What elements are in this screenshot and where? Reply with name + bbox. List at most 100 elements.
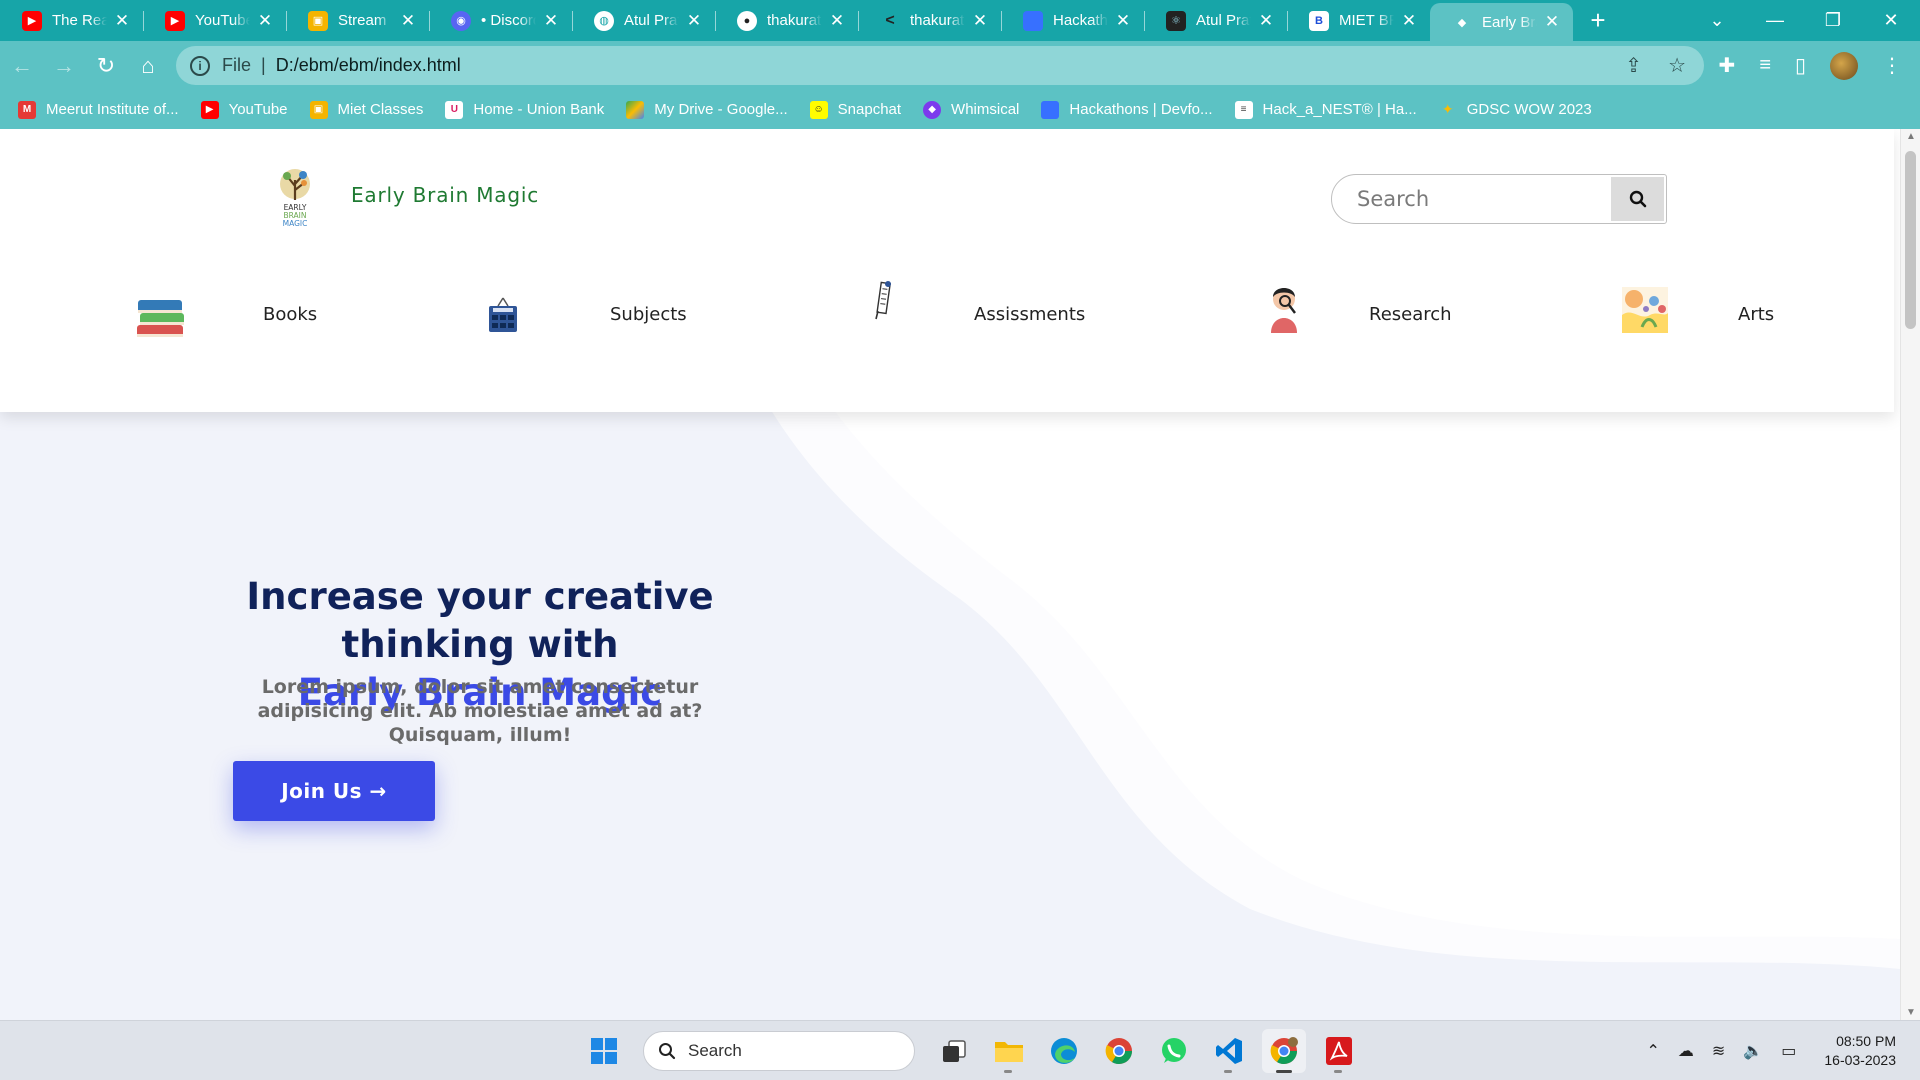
nav-research[interactable]: Research bbox=[1265, 279, 1455, 349]
vscode-button[interactable] bbox=[1207, 1029, 1251, 1073]
bookmark-snapchat[interactable]: ☺ Snapchat bbox=[809, 100, 901, 119]
search-button[interactable] bbox=[1611, 177, 1664, 221]
address-bar[interactable]: i File | D:/ebm/ebm/index.html ⇪ ☆ bbox=[176, 46, 1704, 85]
acrobat-button[interactable] bbox=[1317, 1029, 1361, 1073]
nav-books[interactable]: Books bbox=[133, 279, 333, 349]
nav-label: Research bbox=[1369, 303, 1452, 325]
side-panel-icon[interactable]: ▯ bbox=[1795, 53, 1806, 78]
tab-label: Early Brai bbox=[1482, 13, 1537, 31]
tab-stream[interactable]: ▣ Stream ✕ bbox=[286, 0, 429, 41]
scroll-up-icon[interactable]: ▲ bbox=[1901, 131, 1920, 142]
clock[interactable]: 08:50 PM 16-03-2023 bbox=[1824, 1032, 1896, 1070]
edge-button[interactable] bbox=[1042, 1029, 1086, 1073]
menu-kebab-icon[interactable]: ⋮ bbox=[1882, 53, 1902, 78]
site-info-icon[interactable]: i bbox=[190, 55, 210, 76]
window-close-icon[interactable]: ✕ bbox=[1862, 10, 1920, 31]
chrome-icon bbox=[1105, 1038, 1133, 1065]
bookmark-label: GDSC WOW 2023 bbox=[1466, 101, 1592, 118]
page-scrollbar[interactable]: ▲ ▼ bbox=[1900, 129, 1920, 1020]
chrome-button[interactable] bbox=[1097, 1029, 1141, 1073]
address-url[interactable]: D:/ebm/ebm/index.html bbox=[276, 55, 461, 76]
whatsapp-button[interactable] bbox=[1152, 1029, 1196, 1073]
join-us-button[interactable]: Join Us → bbox=[233, 761, 435, 821]
svg-text:MAGIC: MAGIC bbox=[283, 219, 308, 228]
bookmark-union-bank[interactable]: U Home - Union Bank bbox=[445, 100, 604, 119]
bookmark-whimsical[interactable]: ◆ Whimsical bbox=[923, 100, 1019, 119]
share-icon[interactable]: ⇪ bbox=[1625, 53, 1642, 78]
youtube-icon: ▶ bbox=[22, 10, 42, 31]
reading-list-icon[interactable]: ≡ bbox=[1759, 54, 1771, 77]
search-icon bbox=[659, 1043, 676, 1060]
gdsc-icon: ✦ bbox=[1441, 101, 1454, 117]
brand-name[interactable]: Early Brain Magic bbox=[351, 183, 539, 207]
close-icon[interactable]: ✕ bbox=[828, 11, 846, 31]
forward-arrow-icon[interactable]: → bbox=[44, 46, 84, 86]
tab-label: MIET BR bbox=[1339, 12, 1394, 29]
tab-youtube-the-real[interactable]: ▶ The Real ✕ bbox=[0, 0, 143, 41]
clock-date: 16-03-2023 bbox=[1824, 1052, 1896, 1068]
research-icon bbox=[1271, 288, 1297, 333]
close-icon[interactable]: ✕ bbox=[1257, 11, 1275, 31]
nav-arts[interactable]: Arts bbox=[1622, 279, 1802, 349]
task-view-button[interactable] bbox=[932, 1029, 976, 1073]
close-icon[interactable]: ✕ bbox=[399, 11, 417, 31]
tab-atul-pratap-1[interactable]: ◍ Atul Prata ✕ bbox=[572, 0, 715, 41]
reload-icon[interactable]: ↻ bbox=[86, 46, 126, 86]
chrome-profile-button[interactable] bbox=[1262, 1029, 1306, 1073]
bookmark-hack-a-nest[interactable]: ≡ Hack_a_NEST® | Ha... bbox=[1234, 100, 1417, 119]
new-tab-button[interactable]: + bbox=[1573, 0, 1623, 41]
nav-label: Subjects bbox=[610, 303, 687, 325]
tab-early-brain-magic[interactable]: ◆ Early Brai ✕ bbox=[1430, 3, 1573, 41]
nav-subjects[interactable]: Subjects bbox=[487, 279, 707, 349]
tab-discord[interactable]: ◉ • Discord ✕ bbox=[429, 0, 572, 41]
running-indicator bbox=[1224, 1070, 1232, 1073]
back-arrow-icon[interactable]: ← bbox=[2, 46, 42, 86]
logo[interactable]: EARLY BRAIN MAGIC bbox=[273, 166, 317, 230]
close-icon[interactable]: ✕ bbox=[113, 11, 131, 31]
bookmark-label: Hack_a_NEST® | Ha... bbox=[1262, 101, 1417, 118]
close-icon[interactable]: ✕ bbox=[685, 11, 703, 31]
tab-leetcode[interactable]: < thakuratu ✕ bbox=[858, 0, 1001, 41]
scroll-down-icon[interactable]: ▼ bbox=[1901, 1007, 1920, 1018]
volume-icon[interactable]: 🔈 bbox=[1743, 1041, 1763, 1061]
tab-search-icon[interactable]: ⌄ bbox=[1688, 10, 1746, 31]
bookmark-google-drive[interactable]: My Drive - Google... bbox=[626, 100, 788, 119]
close-icon[interactable]: ✕ bbox=[1543, 12, 1561, 32]
whimsical-icon: ◆ bbox=[923, 100, 942, 119]
extensions-puzzle-icon[interactable]: ✚ bbox=[1719, 53, 1736, 78]
close-icon[interactable]: ✕ bbox=[1114, 11, 1132, 31]
nav-label: Books bbox=[263, 303, 318, 325]
bookmark-meerut-institute[interactable]: M Meerut Institute of... bbox=[18, 100, 179, 119]
close-icon[interactable]: ✕ bbox=[971, 11, 989, 31]
scrollbar-thumb[interactable] bbox=[1905, 151, 1916, 329]
taskbar-search[interactable]: Search bbox=[643, 1031, 915, 1071]
tab-hackathons[interactable]: Hackatho ✕ bbox=[1001, 0, 1144, 41]
bookmark-star-icon[interactable]: ☆ bbox=[1668, 53, 1686, 78]
omnibox-actions: ⇪ ☆ bbox=[1625, 53, 1686, 78]
close-icon[interactable]: ✕ bbox=[1400, 11, 1418, 31]
bookmark-gdsc-wow[interactable]: ✦ GDSC WOW 2023 bbox=[1439, 101, 1592, 119]
profile-avatar[interactable] bbox=[1830, 51, 1858, 80]
battery-icon[interactable]: ▭ bbox=[1781, 1041, 1796, 1061]
tab-atul-pratap-2[interactable]: ⚛ Atul Prata ✕ bbox=[1144, 0, 1287, 41]
tab-youtube[interactable]: ▶ YouTube ✕ bbox=[143, 0, 286, 41]
tab-github[interactable]: ● thakuratu ✕ bbox=[715, 0, 858, 41]
bookmark-hackathons-devfolio[interactable]: Hackathons | Devfo... bbox=[1041, 100, 1213, 119]
close-icon[interactable]: ✕ bbox=[256, 11, 274, 31]
restore-icon[interactable]: ❐ bbox=[1804, 10, 1862, 31]
devfolio-icon bbox=[1041, 100, 1060, 119]
minimize-icon[interactable]: — bbox=[1746, 10, 1804, 31]
close-icon[interactable]: ✕ bbox=[542, 11, 560, 31]
start-button[interactable] bbox=[582, 1029, 626, 1073]
search-input[interactable] bbox=[1332, 176, 1592, 222]
youtube-icon: ▶ bbox=[165, 10, 185, 31]
tab-miet[interactable]: B MIET BR ✕ bbox=[1287, 0, 1430, 41]
file-explorer-button[interactable] bbox=[987, 1029, 1031, 1073]
bookmark-youtube[interactable]: ▶ YouTube bbox=[200, 100, 288, 119]
home-icon[interactable]: ⌂ bbox=[128, 46, 168, 86]
bookmark-miet-classes[interactable]: ▣ Miet Classes bbox=[309, 100, 423, 119]
onedrive-cloud-icon[interactable]: ☁ bbox=[1678, 1041, 1694, 1061]
nav-assissments[interactable]: Assissments bbox=[872, 279, 1102, 349]
wifi-icon[interactable]: ≋ bbox=[1712, 1041, 1725, 1061]
chevron-up-icon[interactable]: ⌃ bbox=[1647, 1041, 1660, 1061]
